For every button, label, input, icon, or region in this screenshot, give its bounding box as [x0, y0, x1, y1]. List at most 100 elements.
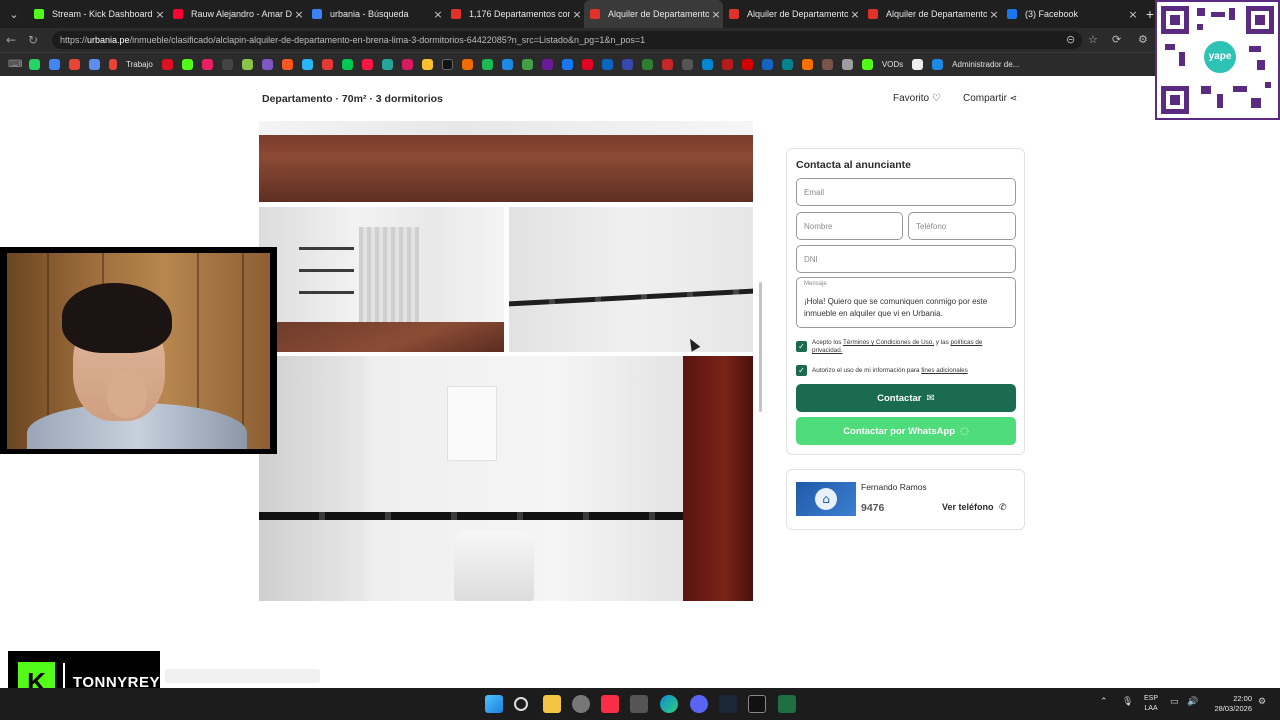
- bookmark-icon-2[interactable]: [221, 59, 233, 70]
- gallery-scrollbar[interactable]: [759, 282, 762, 412]
- edge-browser-icon[interactable]: [660, 695, 678, 713]
- discord-icon[interactable]: [690, 695, 708, 713]
- settings-gear-icon[interactable]: [572, 695, 590, 713]
- maps-bookmark-icon[interactable]: [521, 59, 533, 70]
- bookmark-icon-20[interactable]: [761, 59, 773, 70]
- telegram-bookmark-icon[interactable]: [301, 59, 313, 70]
- bookmark-icon-9[interactable]: [421, 59, 433, 70]
- tab-close-icon[interactable]: ×: [153, 8, 167, 21]
- music-bookmark-icon[interactable]: [201, 59, 213, 70]
- snipping-tool-icon[interactable]: [630, 695, 648, 713]
- bookmark-icon-14[interactable]: [641, 59, 653, 70]
- bookmark-icon-10[interactable]: [461, 59, 473, 70]
- dni-field[interactable]: [796, 245, 1016, 273]
- browser-tab[interactable]: urbania - Búsqueda ×: [306, 0, 445, 28]
- photo-bathroom[interactable]: [259, 356, 753, 601]
- tumblr-bookmark-icon[interactable]: [621, 59, 633, 70]
- spotify-bookmark-icon[interactable]: [481, 59, 493, 70]
- browser-tab[interactable]: Alquiler de Departamento e ×: [584, 0, 723, 28]
- favorite-button[interactable]: Favorito ♡: [893, 93, 941, 104]
- tab-close-icon[interactable]: ×: [431, 8, 445, 21]
- bookmark-icon-3[interactable]: [241, 59, 253, 70]
- language-indicator[interactable]: ESP LAA: [1144, 694, 1158, 714]
- phone-field[interactable]: [908, 212, 1016, 240]
- calendar-bookmark-icon[interactable]: [89, 59, 100, 70]
- bookmark-admin[interactable]: Administrador de...: [952, 60, 1019, 69]
- browser-tab[interactable]: (3) Facebook ×: [1001, 0, 1140, 28]
- file-explorer-icon[interactable]: [543, 695, 561, 713]
- bookmark-icon-5[interactable]: [281, 59, 293, 70]
- bookmark-icon-13[interactable]: [601, 59, 613, 70]
- tab-close-icon[interactable]: ×: [570, 8, 584, 21]
- terms-link[interactable]: Términos y Condiciones de Uso,: [843, 339, 934, 346]
- consent-checkbox[interactable]: ✓: [796, 365, 807, 376]
- capcut-icon[interactable]: [748, 695, 766, 713]
- bookmark-icon-22[interactable]: [801, 59, 813, 70]
- phone-input[interactable]: [916, 221, 1015, 231]
- terms-checkbox[interactable]: ✓: [796, 341, 807, 352]
- email-field[interactable]: [796, 178, 1016, 206]
- whatsapp-bookmark-icon[interactable]: [29, 59, 40, 70]
- message-text[interactable]: ¡Hola! Quiero que se comuniquen conmigo …: [804, 296, 1009, 320]
- email-input[interactable]: [804, 187, 1015, 197]
- bookmark-icon-8[interactable]: [381, 59, 393, 70]
- back-arrow-icon[interactable]: ←: [0, 33, 22, 47]
- notifications-icon[interactable]: ⚙: [1258, 697, 1266, 707]
- dni-input[interactable]: [804, 254, 1015, 264]
- site-info-icon[interactable]: ⊝: [1066, 33, 1075, 46]
- tab-close-icon[interactable]: ×: [848, 8, 862, 21]
- bookmark-vods[interactable]: VODs: [882, 60, 903, 69]
- keyboard-icon[interactable]: ⌨: [8, 59, 22, 70]
- steam-icon[interactable]: [719, 695, 737, 713]
- instagram-bookmark-icon[interactable]: [401, 59, 413, 70]
- tab-close-icon[interactable]: ×: [292, 8, 306, 21]
- message-textarea[interactable]: Mensaje ¡Hola! Quiero que se comuniquen …: [796, 277, 1016, 328]
- share-button[interactable]: Compartir ⋖: [963, 93, 1017, 104]
- bookmark-icon-25[interactable]: [912, 59, 924, 70]
- tab-close-icon[interactable]: ×: [987, 8, 1001, 21]
- name-input[interactable]: [804, 221, 902, 231]
- pinterest-bookmark-icon[interactable]: [581, 59, 593, 70]
- excel-icon[interactable]: [778, 695, 796, 713]
- kick-bookmark-icon[interactable]: [181, 59, 193, 70]
- bookmark-icon-1[interactable]: [161, 59, 173, 70]
- bookmark-icon-12[interactable]: [541, 59, 553, 70]
- view-phone-button[interactable]: Ver teléfono ✆: [942, 502, 1007, 513]
- bookmark-icon-16[interactable]: [681, 59, 693, 70]
- browser-tab[interactable]: Alquiler de Departamento e ×: [723, 0, 862, 28]
- bookmark-icon-11[interactable]: [501, 59, 513, 70]
- tab-close-icon[interactable]: ×: [709, 8, 723, 21]
- whatsapp-button[interactable]: Contactar por WhatsApp ◌: [796, 417, 1016, 445]
- browser-tab[interactable]: 1,176 Departamentos con 3 ×: [445, 0, 584, 28]
- gmail-bookmark-icon[interactable]: [69, 59, 80, 70]
- tray-chevron-icon[interactable]: ⌃: [1100, 697, 1108, 707]
- bookmark-icon-6[interactable]: [321, 59, 333, 70]
- bookmark-icon-18[interactable]: [721, 59, 733, 70]
- bookmark-icon-24[interactable]: [841, 59, 853, 70]
- tab-close-icon[interactable]: ×: [1126, 8, 1140, 21]
- bookmark-icon-17[interactable]: [701, 59, 713, 70]
- drive-bookmark-icon[interactable]: [49, 59, 60, 70]
- youtube-bookmark-icon[interactable]: [361, 59, 373, 70]
- music-app-icon[interactable]: [601, 695, 619, 713]
- browser-tab[interactable]: Alquiler de Departamento e ×: [862, 0, 1001, 28]
- reload-icon[interactable]: ↻: [22, 33, 44, 47]
- network-icon[interactable]: ▭: [1170, 697, 1179, 707]
- bookmark-icon-23[interactable]: [821, 59, 833, 70]
- bookmark-trabajo[interactable]: Trabajo: [126, 60, 153, 69]
- search-icon[interactable]: [514, 697, 528, 711]
- system-clock[interactable]: 22:00 28/03/2026: [1208, 694, 1252, 714]
- volume-icon[interactable]: 🔊: [1187, 697, 1198, 707]
- tab-list-chevron-icon[interactable]: ⌄: [0, 0, 28, 28]
- bookmark-icon-15[interactable]: [661, 59, 673, 70]
- start-menu-icon[interactable]: [485, 695, 503, 713]
- consent-link[interactable]: fines adicionales: [921, 367, 968, 374]
- browser-tab[interactable]: Rauw Alejandro - Amar De N×: [167, 0, 306, 28]
- url-input[interactable]: https://urbania.pe/inmueble/clasificado/…: [52, 31, 1082, 49]
- photo-shower[interactable]: [509, 207, 753, 352]
- contact-button[interactable]: Contactar ✉: [796, 384, 1016, 412]
- name-field[interactable]: [796, 212, 903, 240]
- x-bookmark-icon[interactable]: [441, 59, 453, 70]
- bookmark-icon-4[interactable]: [261, 59, 273, 70]
- bookmark-icon-19[interactable]: [741, 59, 753, 70]
